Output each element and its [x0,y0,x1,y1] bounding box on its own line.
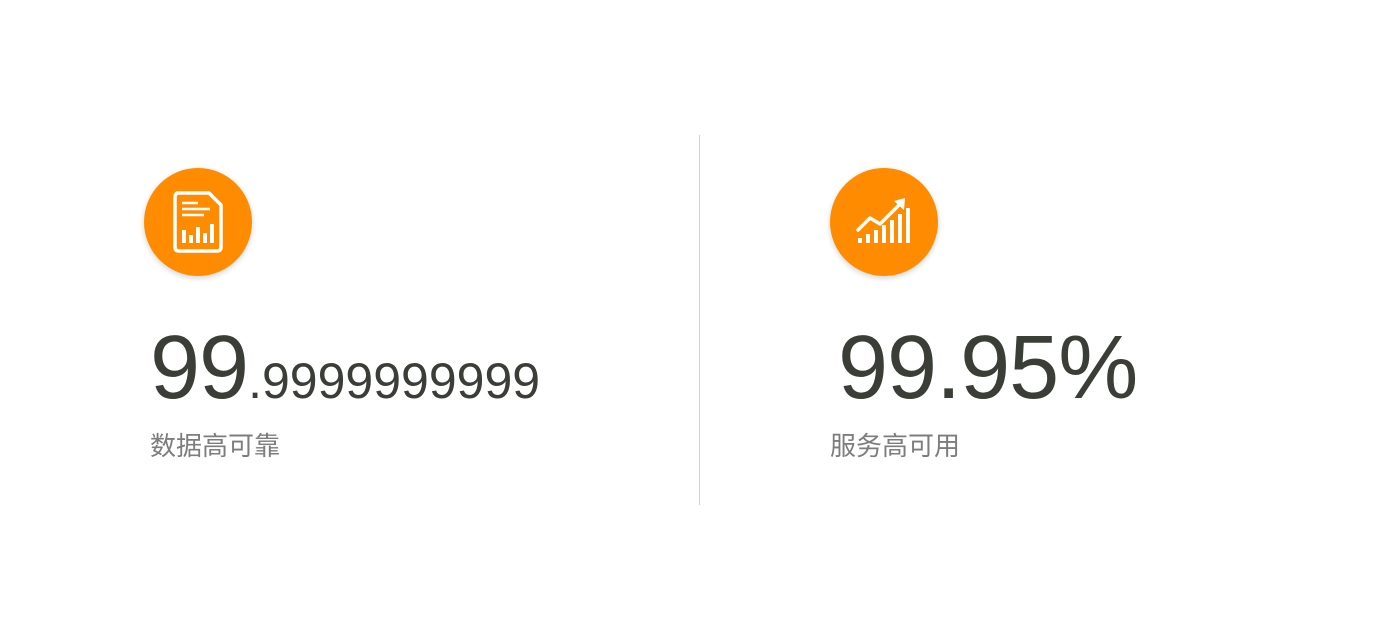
stats-section: 99.9999999999 数据高可靠 99.95% 服务高可用 [0,0,1400,640]
stat-value-main: 99 [150,318,249,418]
stat-label: 数据高可靠 [150,432,281,462]
stat-value: 99.9999999999 [150,323,540,413]
report-document-icon [144,168,252,276]
stat-label: 服务高可用 [830,432,961,462]
stat-value-main: 99.95% [838,318,1138,418]
stat-value: 99.95% [838,323,1138,413]
stat-data-reliability: 99.9999999999 数据高可靠 [144,168,540,462]
stat-service-availability: 99.95% 服务高可用 [830,168,1138,462]
growth-chart-icon [830,168,938,276]
stat-value-fraction: .9999999999 [248,353,541,409]
divider [699,135,700,505]
